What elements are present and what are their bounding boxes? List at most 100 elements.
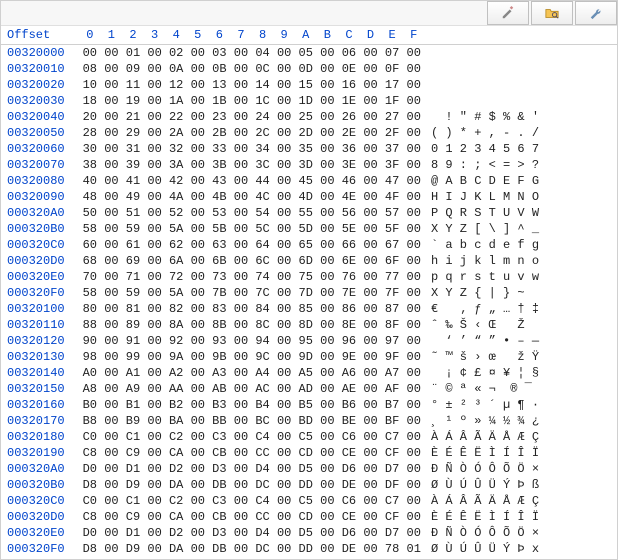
hex-byte[interactable]: 00: [317, 125, 339, 141]
hex-byte[interactable]: D5: [295, 525, 317, 541]
hex-byte[interactable]: D7: [381, 525, 403, 541]
hex-byte[interactable]: C2: [165, 429, 187, 445]
hex-byte[interactable]: DA: [165, 477, 187, 493]
hex-byte[interactable]: 00: [101, 525, 123, 541]
hex-byte[interactable]: DE: [338, 477, 360, 493]
hex-byte[interactable]: 00: [360, 317, 382, 333]
hex-byte[interactable]: 36: [338, 141, 360, 157]
hex-byte[interactable]: 0A: [165, 61, 187, 77]
hex-byte[interactable]: 0B: [209, 61, 231, 77]
hex-byte[interactable]: 00: [317, 349, 339, 365]
table-row[interactable]: 00320070380039003A003B003C003D003E003F00…: [1, 157, 617, 173]
table-row[interactable]: 000320C060006100620063006400650066006700…: [1, 237, 617, 253]
table-row[interactable]: 0032002010001100120013001400150016001700: [1, 77, 617, 93]
hex-byte[interactable]: 8C: [252, 317, 274, 333]
hex-byte[interactable]: A8: [79, 381, 101, 397]
hex-byte[interactable]: 00: [360, 493, 382, 509]
hex-byte[interactable]: 00: [101, 365, 123, 381]
offset-cell[interactable]: 000320D0: [1, 509, 79, 525]
ascii-cell[interactable]: p q r s t u v w: [425, 269, 617, 285]
hex-byte[interactable]: 61: [122, 237, 144, 253]
hex-byte[interactable]: 7E: [338, 285, 360, 301]
hex-byte[interactable]: 00: [273, 333, 295, 349]
hex-byte[interactable]: 00: [273, 221, 295, 237]
hex-byte[interactable]: BC: [252, 413, 274, 429]
hex-byte[interactable]: 8D: [295, 317, 317, 333]
hex-byte[interactable]: 5A: [165, 285, 187, 301]
hex-byte[interactable]: 6D: [295, 253, 317, 269]
hex-byte[interactable]: 00: [273, 77, 295, 93]
hex-byte[interactable]: 00: [187, 61, 209, 77]
hex-byte[interactable]: 00: [101, 109, 123, 125]
hex-byte[interactable]: 80: [79, 301, 101, 317]
hex-byte[interactable]: 49: [122, 189, 144, 205]
ascii-cell[interactable]: X Y Z [ \ ] ^ _: [425, 221, 617, 237]
hex-byte[interactable]: 00: [273, 237, 295, 253]
table-row[interactable]: 00320190C800C900CA00CB00CC00CD00CE00CF00…: [1, 445, 617, 461]
hex-byte[interactable]: 7F: [381, 285, 403, 301]
hex-byte[interactable]: 00: [230, 461, 252, 477]
hex-byte[interactable]: 9B: [209, 349, 231, 365]
offset-cell[interactable]: 00320120: [1, 333, 79, 349]
hex-byte[interactable]: 00: [317, 253, 339, 269]
hex-byte[interactable]: 76: [338, 269, 360, 285]
table-row[interactable]: 000320B0580059005A005B005C005D005E005F00…: [1, 221, 617, 237]
hex-byte[interactable]: 12: [165, 77, 187, 93]
hex-byte[interactable]: 00: [273, 45, 295, 61]
hex-byte[interactable]: 00: [317, 301, 339, 317]
hex-col-8[interactable]: 8: [252, 28, 274, 42]
hex-byte[interactable]: 00: [187, 413, 209, 429]
hex-byte[interactable]: 00: [230, 477, 252, 493]
offset-cell[interactable]: 000320C0: [1, 237, 79, 253]
offset-cell[interactable]: 00320130: [1, 349, 79, 365]
table-row[interactable]: 000320D0C800C900CA00CB00CC00CD00CE00CF00…: [1, 509, 617, 525]
hex-byte[interactable]: 00: [360, 237, 382, 253]
hex-byte[interactable]: 00: [403, 349, 425, 365]
offset-cell[interactable]: 000320C0: [1, 493, 79, 509]
hex-byte[interactable]: DE: [338, 541, 360, 557]
hex-byte[interactable]: 00: [317, 109, 339, 125]
ascii-cell[interactable]: À Á Â Ã Ä Å Æ Ç: [425, 429, 617, 445]
hex-byte[interactable]: 00: [360, 253, 382, 269]
hex-byte[interactable]: 00: [230, 77, 252, 93]
hex-byte[interactable]: 9F: [381, 349, 403, 365]
hex-byte[interactable]: 00: [101, 285, 123, 301]
hex-byte[interactable]: 00: [317, 413, 339, 429]
hex-byte[interactable]: D8: [79, 541, 101, 557]
hex-byte[interactable]: 00: [317, 541, 339, 557]
hex-byte[interactable]: 03: [209, 45, 231, 61]
hex-byte[interactable]: 00: [360, 381, 382, 397]
hex-byte[interactable]: 00: [230, 317, 252, 333]
hex-byte[interactable]: C8: [79, 509, 101, 525]
hex-byte[interactable]: 8A: [165, 317, 187, 333]
hex-byte[interactable]: CC: [252, 445, 274, 461]
hex-byte[interactable]: 7C: [252, 285, 274, 301]
hex-byte[interactable]: 00: [230, 285, 252, 301]
hex-byte[interactable]: 8B: [209, 317, 231, 333]
hex-byte[interactable]: 00: [360, 429, 382, 445]
hex-byte[interactable]: 19: [122, 93, 144, 109]
hex-byte[interactable]: 00: [403, 125, 425, 141]
ascii-cell[interactable]: Ð Ñ Ò Ó Ô Õ Ö ×: [425, 461, 617, 477]
hex-byte[interactable]: 0E: [338, 61, 360, 77]
offset-cell[interactable]: 00320010: [1, 61, 79, 77]
hex-byte[interactable]: 00: [360, 269, 382, 285]
hex-byte[interactable]: 00: [101, 477, 123, 493]
hex-byte[interactable]: 3A: [165, 157, 187, 173]
hex-byte[interactable]: 00: [403, 61, 425, 77]
hex-byte[interactable]: 4C: [252, 189, 274, 205]
hex-byte[interactable]: 00: [144, 525, 166, 541]
hex-byte[interactable]: 00: [101, 333, 123, 349]
hex-byte[interactable]: 3B: [209, 157, 231, 173]
offset-cell[interactable]: 000320A0: [1, 205, 79, 221]
hex-byte[interactable]: 00: [317, 189, 339, 205]
hex-byte[interactable]: 00: [187, 333, 209, 349]
hex-byte[interactable]: 00: [187, 125, 209, 141]
hex-byte[interactable]: 00: [403, 429, 425, 445]
hex-byte[interactable]: 6A: [165, 253, 187, 269]
hex-byte[interactable]: 00: [403, 141, 425, 157]
hex-byte[interactable]: 00: [360, 45, 382, 61]
hex-byte[interactable]: 00: [101, 269, 123, 285]
hex-byte[interactable]: 00: [273, 189, 295, 205]
hex-byte[interactable]: 00: [187, 285, 209, 301]
